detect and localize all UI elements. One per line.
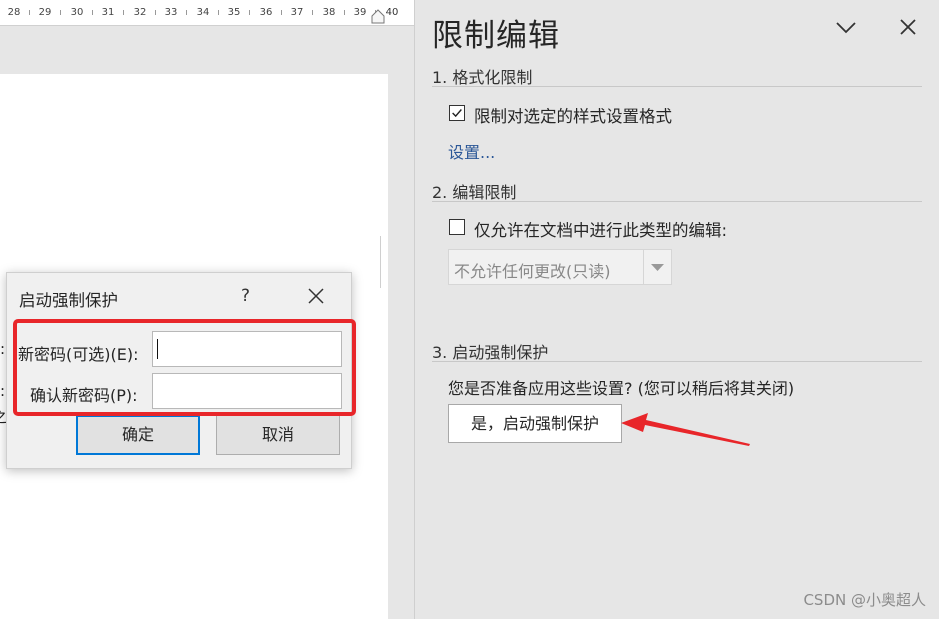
ruler-tick [92, 10, 93, 15]
section-divider [432, 361, 922, 362]
section-editing-heading: 2. 编辑限制 [432, 183, 517, 202]
triangle-down-icon [651, 264, 664, 271]
section-formatting-heading: 1. 格式化限制 [432, 68, 533, 87]
ruler-number: 32 [133, 7, 147, 18]
checkmark-icon [452, 109, 462, 118]
ruler-number: 38 [322, 7, 336, 18]
editing-type-select[interactable]: 不允许任何更改(只读) [448, 249, 672, 285]
ruler-number: 39 [353, 7, 367, 18]
page-scroll-indicator [380, 236, 389, 288]
enforce-protection-dialog: 启动强制保护 ? 新密码(可选)(E): 确认新密码(P): 确定 取消 [6, 272, 352, 469]
chevron-down-icon[interactable] [833, 14, 859, 40]
text-caret [157, 339, 158, 359]
ruler-tick [218, 10, 219, 15]
editing-checkbox[interactable] [449, 219, 465, 235]
ruler-number: 28 [7, 7, 21, 18]
help-button[interactable]: ? [241, 286, 250, 306]
dialog-title: 启动强制保护 [19, 291, 118, 310]
editing-checkbox-label[interactable]: 仅允许在文档中进行此类型的编辑: [474, 217, 727, 241]
ruler-tick [312, 10, 313, 15]
pane-title: 限制编辑 [432, 18, 560, 54]
formatting-checkbox[interactable] [449, 105, 465, 121]
ruler-number: 34 [196, 7, 210, 18]
section-divider [432, 201, 922, 202]
ruler-tick [155, 10, 156, 15]
editing-type-value: 不允许任何更改(只读) [454, 262, 611, 281]
ruler-number: 35 [227, 7, 241, 18]
ruler-number: 37 [290, 7, 304, 18]
ruler-number: 33 [164, 7, 178, 18]
document-text-fragment: : [0, 382, 6, 400]
document-text-fragment: : [0, 340, 6, 358]
ruler-tick [29, 10, 30, 15]
close-icon[interactable] [895, 14, 921, 40]
ruler-number: 31 [101, 7, 115, 18]
start-enforcing-button[interactable]: 是，启动强制保护 [448, 404, 622, 443]
confirm-password-label: 确认新密码(P): [30, 386, 138, 405]
ruler-tick [123, 10, 124, 15]
cancel-button[interactable]: 取消 [216, 415, 340, 455]
ruler-tick [281, 10, 282, 15]
formatting-settings-link[interactable]: 设置... [448, 139, 495, 163]
watermark: CSDN @小奥超人 [803, 591, 926, 609]
enforce-question: 您是否准备应用这些设置? (您可以稍后将其关闭) [448, 379, 795, 398]
close-icon[interactable] [305, 285, 327, 307]
new-password-label: 新密码(可选)(E): [18, 345, 139, 364]
dropdown-arrow[interactable] [643, 250, 671, 284]
section-divider [432, 86, 922, 87]
ruler-tick [344, 10, 345, 15]
ruler-tick [186, 10, 187, 15]
ruler-tick [249, 10, 250, 15]
ruler-number: 30 [70, 7, 84, 18]
ruler-number: 36 [259, 7, 273, 18]
right-indent-marker-icon[interactable] [369, 2, 387, 24]
new-password-field[interactable] [152, 331, 342, 367]
ok-button[interactable]: 确定 [76, 415, 200, 455]
ruler-number: 29 [38, 7, 52, 18]
ruler-tick [60, 10, 61, 15]
horizontal-ruler[interactable]: 28 29 30 31 32 33 34 35 36 37 38 39 40 [0, 0, 414, 26]
formatting-checkbox-label[interactable]: 限制对选定的样式设置格式 [474, 103, 672, 127]
section-enforce-heading: 3. 启动强制保护 [432, 343, 549, 362]
confirm-password-field[interactable] [152, 373, 342, 409]
restrict-editing-pane: 限制编辑 1. 格式化限制 限制对选定的样式设置格式 设置... 2. 编辑限制… [414, 0, 939, 619]
